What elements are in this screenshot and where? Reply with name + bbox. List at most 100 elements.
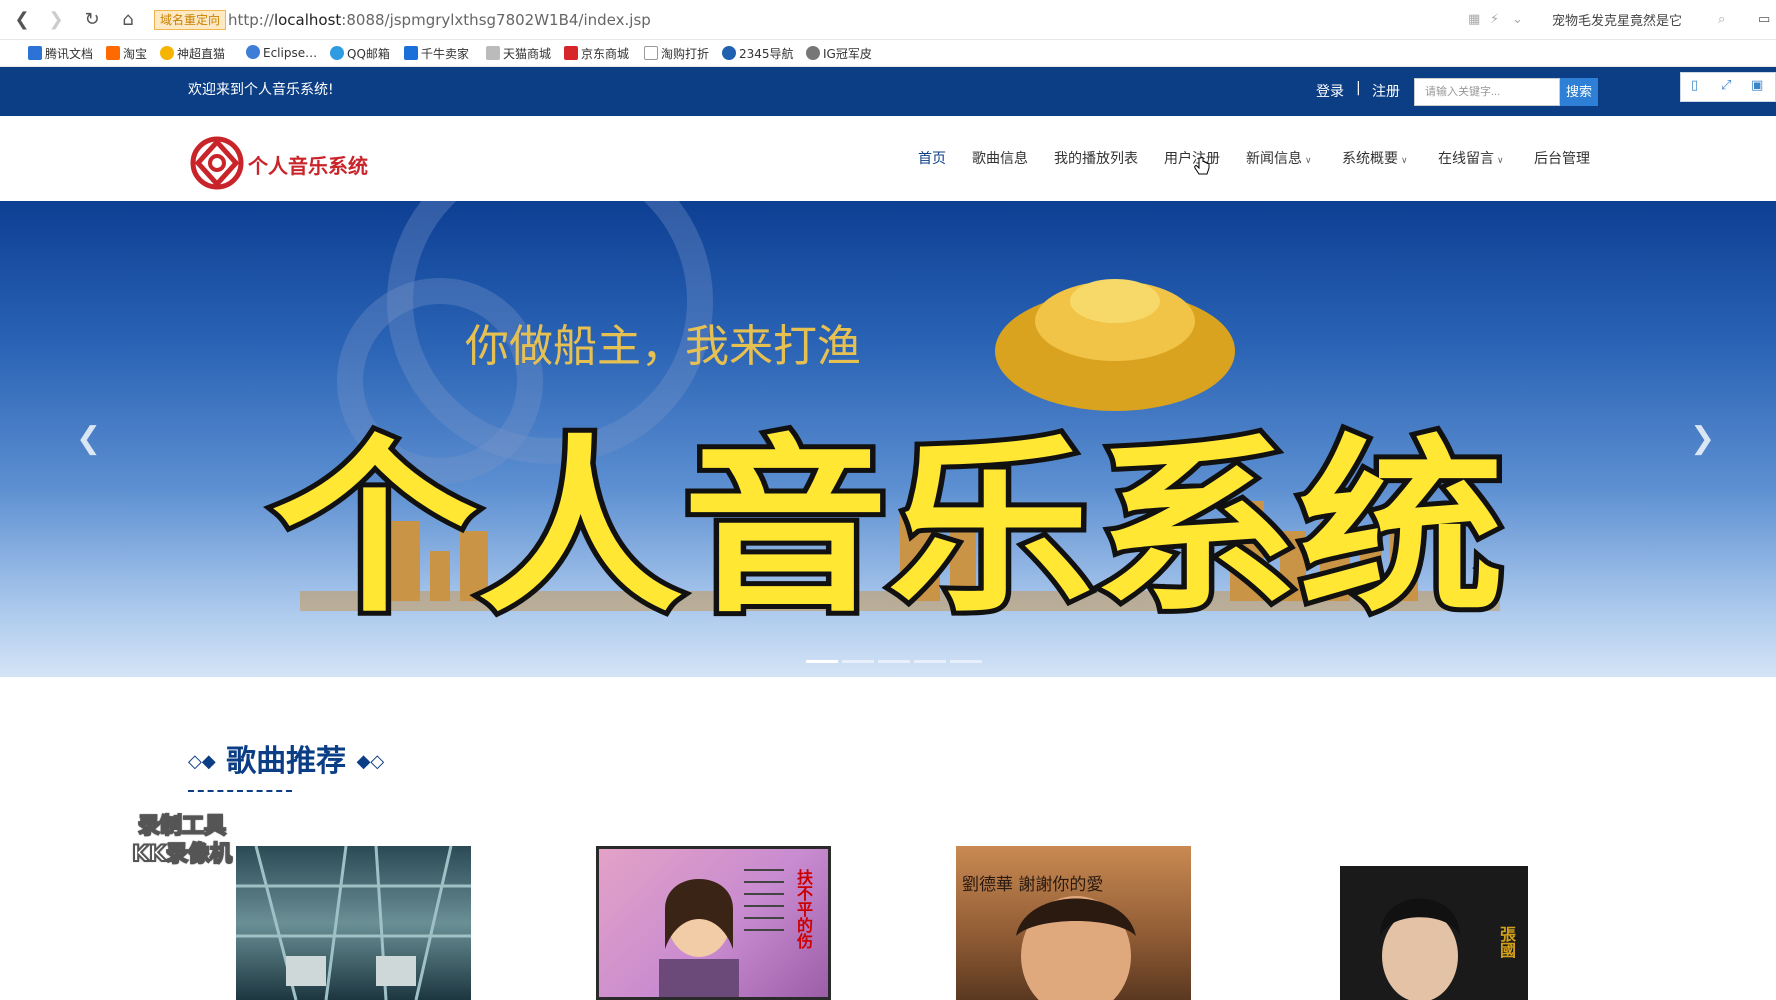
login-link[interactable]: 登录 [1316,81,1344,101]
nav-songs[interactable]: 歌曲信息 [972,148,1028,168]
bookmarks-bar: 腾讯文档 淘宝 神超直猫 Eclipse… QQ邮箱 千牛卖家 天猫商城 京东商… [0,41,1776,67]
bookmark-icon [160,46,174,60]
logo-icon[interactable] [188,134,246,192]
cover-title: 劉德華 謝謝你的愛 [962,875,1104,895]
url-path: :8088/jspmgrylxthsg7802W1B4/index.jsp [341,11,651,29]
bookmark[interactable]: 神超直猫 [160,45,225,62]
bookmark-icon [246,45,260,59]
section-title-text: 歌曲推荐 [226,744,347,779]
back-icon[interactable]: ❮ [10,8,34,32]
song-cover[interactable]: 張國 [1340,866,1528,1000]
nav-playlist[interactable]: 我的播放列表 [1054,148,1138,168]
nav-register[interactable]: 用户注册 [1164,148,1220,168]
chevron-down-icon: ∨ [1497,156,1504,166]
banner-carousel[interactable]: 你做船主，我来打渔 个人音乐系统 ❮ ❯ [0,201,1776,677]
song-cover[interactable]: 劉德華 謝謝你的愛 [956,846,1191,1000]
next-slide-icon[interactable]: ❯ [1690,421,1715,456]
nav-messages-label: 在线留言 [1438,151,1494,167]
slide-dot[interactable] [950,660,982,663]
cover-title: 張國 [1497,926,1516,958]
bookmark-label: 腾讯文档 [45,47,94,61]
nav-admin[interactable]: 后台管理 [1534,148,1590,168]
bookmark-icon [722,46,736,60]
url-host: localhost [273,11,342,29]
bookmark[interactable]: 千牛卖家 [404,45,469,62]
bookmark-label: 天猫商城 [503,47,552,61]
chevron-down-icon[interactable]: ⌄ [1512,12,1523,27]
bookmark-icon [564,46,578,60]
chevron-down-icon: ∨ [1305,156,1312,166]
fullscreen-icon[interactable]: ⤢ [1721,78,1731,93]
nav-overview[interactable]: 系统概要 ∨ [1342,148,1408,168]
bookmark[interactable]: 2345导航 [722,45,794,62]
qr-icon[interactable]: ▦ [1468,12,1480,27]
bookmark[interactable]: 京东商城 [564,45,629,62]
slide-indicators [806,648,986,667]
diamond-icon: ◆◇ [356,751,385,772]
bookmark-label: 千牛卖家 [421,47,470,61]
nav-news[interactable]: 新闻信息 ∨ [1246,148,1312,168]
bookmark-label: 2345导航 [739,47,794,61]
hand-cursor-icon [1194,156,1210,175]
bookmark-icon [644,46,658,60]
search-input[interactable]: 请输入关键字... [1414,78,1560,106]
nav-messages[interactable]: 在线留言 ∨ [1438,148,1504,168]
song-cover[interactable] [236,846,471,1000]
site-topbar: 欢迎来到个人音乐系统! 登录 | 注册 请输入关键字... 搜索 [0,67,1776,116]
watermark-line: KK录像机 [131,841,233,868]
cover-title: 扶不平的伤 [794,869,813,949]
bookmark[interactable]: 淘购打折 [644,45,709,62]
slide-dot[interactable] [878,660,910,663]
bookmark[interactable]: 天猫商城 [486,45,551,62]
bookmark-icon [106,46,120,60]
logo-text[interactable]: 个人音乐系统 [248,150,368,179]
bookmark-icon [486,46,500,60]
bookmark-page-icon[interactable]: ▯ [1691,78,1698,93]
bookmark-label: IG冠军皮 [823,47,872,61]
save-icon[interactable]: ▣ [1751,78,1763,93]
bookmark-icon [330,46,344,60]
register-link[interactable]: 注册 [1372,81,1400,101]
search-button[interactable]: 搜索 [1560,78,1598,106]
watermark-line: 录制工具 [137,813,227,840]
prev-slide-icon[interactable]: ❮ [76,421,101,456]
bookmark[interactable]: QQ邮箱 [330,45,390,62]
song-cover[interactable]: 扶不平的伤 [596,846,831,1000]
browser-toolbar: ❮ ❯ ↻ ⌂ 域名重定向 http://localhost:8088/jspm… [0,0,1776,40]
nav-overview-label: 系统概要 [1342,151,1398,167]
forward-icon[interactable]: ❯ [44,8,68,32]
reload-icon[interactable]: ↻ [80,8,104,32]
bookmark-label: 淘宝 [123,47,148,61]
banner-image: 你做船主，我来打渔 个人音乐系统 [267,201,1509,638]
bookmark[interactable]: IG冠军皮 [806,45,872,62]
url-prefix: http:// [228,11,274,29]
bookmark-label: 京东商城 [581,47,630,61]
bookmark-icon [404,46,418,60]
slide-dot[interactable] [842,660,874,663]
chevron-down-icon: ∨ [1401,156,1408,166]
bookmark[interactable]: 淘宝 [106,45,147,62]
welcome-text: 欢迎来到个人音乐系统! [188,82,334,98]
window-icon[interactable]: ▭ [1758,12,1770,27]
diamond-icon: ◇◆ [188,751,216,772]
lightning-icon[interactable]: ⚡ [1490,12,1499,27]
home-icon[interactable]: ⌂ [116,8,140,32]
page-tools: ▯ ⤢ ▣ [1680,72,1776,102]
nav-news-label: 新闻信息 [1246,151,1302,167]
bookmark-icon [806,46,820,60]
recorder-watermark: 录制工具 KK录像机 [112,813,252,869]
bookmark[interactable]: 腾讯文档 [28,45,93,62]
bookmark[interactable]: Eclipse… [246,45,317,60]
slide-dot[interactable] [914,660,946,663]
section-underline [188,790,292,792]
bookmark-label: 神超直猫 [177,47,226,61]
address-bar[interactable]: http://localhost:8088/jspmgrylxthsg7802W… [228,10,651,30]
nav-home[interactable]: 首页 [918,148,946,168]
banner-headline: 个人音乐系统 [272,423,1504,633]
slide-dot[interactable] [806,660,838,663]
section-title: ◇◆ 歌曲推荐 ◆◇ [188,736,384,780]
search-icon[interactable]: ⌕ [1718,12,1725,27]
browser-search-hint[interactable]: 宠物毛发克星竟然是它 [1552,10,1682,29]
banner-slogan: 你做船主，我来打渔 [465,322,861,371]
bookmark-icon [28,46,42,60]
